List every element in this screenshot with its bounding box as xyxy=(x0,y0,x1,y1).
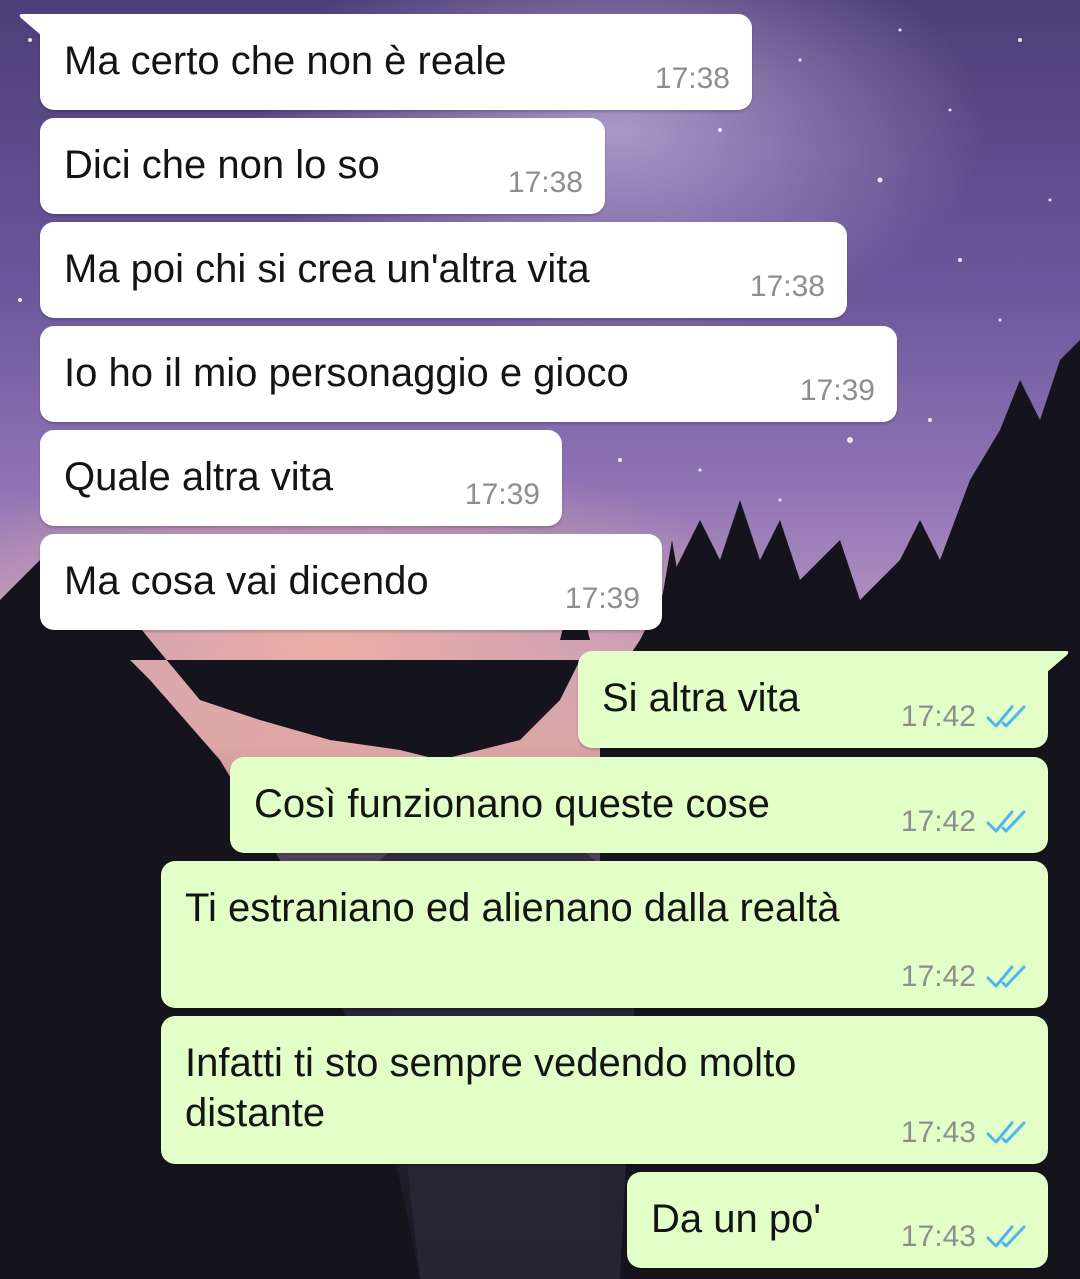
outgoing-message-bubble[interactable]: Si altra vita 17:42 xyxy=(578,651,1069,748)
message-text: Io ho il mio personaggio e gioco xyxy=(64,351,629,395)
double-check-icon xyxy=(986,965,1026,988)
outgoing-message-bubble[interactable]: Infatti ti sto sempre vedendo molto dist… xyxy=(161,1016,1048,1164)
message-text: Ma certo che non è reale xyxy=(64,39,507,83)
incoming-message-bubble[interactable]: Dici che non lo so 17:38 xyxy=(40,118,605,214)
message-meta: 17:42 xyxy=(901,700,1026,734)
double-check-icon xyxy=(986,1121,1026,1144)
message-meta: 17:42 xyxy=(901,960,1026,994)
message-timestamp: 17:38 xyxy=(507,166,583,199)
message-meta: 17:39 xyxy=(465,478,540,512)
message-thread[interactable]: Ma certo che non è reale 17:38 Dici che no… xyxy=(0,0,1080,1279)
message-text: Ti estraniano ed alienano dalla realtà xyxy=(185,886,840,930)
message-timestamp: 17:38 xyxy=(749,270,825,303)
message-timestamp: 17:42 xyxy=(900,805,976,838)
message-meta: 17:38 xyxy=(750,270,825,304)
message-timestamp: 17:38 xyxy=(654,62,730,95)
message-meta: 17:43 xyxy=(901,1220,1026,1254)
message-timestamp: 17:43 xyxy=(900,1220,976,1253)
double-check-icon xyxy=(986,1225,1026,1248)
message-meta: 17:42 xyxy=(901,805,1026,839)
outgoing-message-bubble[interactable]: Da un po' 17:43 xyxy=(627,1172,1048,1268)
double-check-icon xyxy=(986,705,1026,728)
message-meta: 17:38 xyxy=(655,62,730,96)
incoming-message-bubble[interactable]: Ma certo che non è reale 17:38 xyxy=(19,14,752,110)
message-meta: 17:38 xyxy=(508,166,583,200)
incoming-message-bubble[interactable]: Ma poi chi si crea un'altra vita 17:38 xyxy=(40,222,847,318)
message-text: Ma cosa vai dicendo xyxy=(64,559,429,603)
message-timestamp: 17:43 xyxy=(900,1116,976,1149)
incoming-message-bubble[interactable]: Io ho il mio personaggio e gioco 17:39 xyxy=(40,326,897,422)
message-text: Ma poi chi si crea un'altra vita xyxy=(64,247,590,291)
message-timestamp: 17:39 xyxy=(799,374,875,407)
outgoing-message-bubble[interactable]: Ti estraniano ed alienano dalla realtà 17… xyxy=(161,861,1048,1008)
incoming-message-bubble[interactable]: Quale altra vita 17:39 xyxy=(40,430,562,526)
message-timestamp: 17:42 xyxy=(900,960,976,993)
message-timestamp: 17:39 xyxy=(564,582,640,615)
outgoing-message-bubble[interactable]: Così funzionano queste cose 17:42 xyxy=(230,757,1048,853)
message-meta: 17:43 xyxy=(901,1116,1026,1150)
message-timestamp: 17:42 xyxy=(900,700,976,733)
incoming-message-bubble[interactable]: Ma cosa vai dicendo 17:39 xyxy=(40,534,662,630)
message-timestamp: 17:39 xyxy=(464,478,540,511)
message-meta: 17:39 xyxy=(565,582,640,616)
bubble-tail xyxy=(19,14,42,36)
message-meta: 17:39 xyxy=(800,374,875,408)
double-check-icon xyxy=(986,810,1026,833)
bubble-tail xyxy=(1046,651,1069,673)
